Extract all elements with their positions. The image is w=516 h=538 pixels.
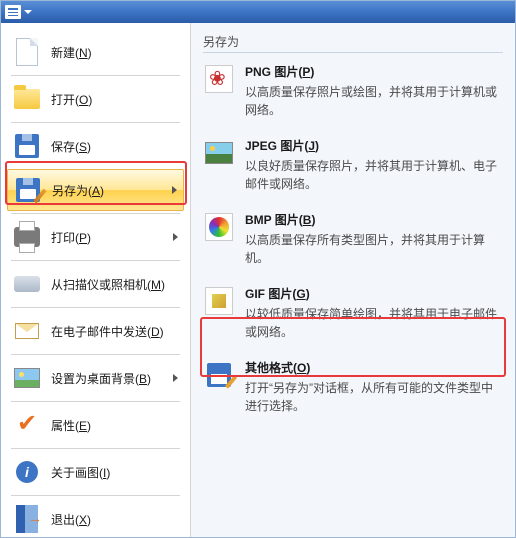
- titlebar[interactable]: [1, 1, 515, 23]
- menu-open-label: 打开(O): [51, 91, 178, 108]
- format-jpeg[interactable]: JPEG 图片(J) 以良好质量保存照片，并将其用于计算机、电子邮件或网络。: [203, 137, 503, 193]
- menu-icon: [5, 5, 21, 19]
- separator: [11, 260, 180, 261]
- scanner-icon: [13, 270, 41, 298]
- separator: [11, 495, 180, 496]
- menu-save[interactable]: 保存(S): [7, 125, 184, 167]
- menu-about-label: 关于画图(I): [51, 464, 178, 481]
- jpeg-icon: [203, 137, 235, 169]
- format-other-title: 其他格式(O): [245, 359, 503, 376]
- format-jpeg-desc: 以良好质量保存照片，并将其用于计算机、电子邮件或网络。: [245, 157, 503, 193]
- menu-new[interactable]: 新建(N): [7, 31, 184, 73]
- gif-icon: [203, 285, 235, 317]
- format-jpeg-title: JPEG 图片(J): [245, 137, 503, 154]
- menu-save-as[interactable]: 另存为(A): [7, 169, 184, 211]
- bmp-icon: [203, 211, 235, 243]
- check-icon: [13, 411, 41, 439]
- format-png-title: PNG 图片(P): [245, 63, 503, 80]
- menu-about[interactable]: i 关于画图(I): [7, 451, 184, 493]
- format-gif-desc: 以较低质量保存简单绘图，并将其用于电子邮件或网络。: [245, 305, 503, 341]
- menu-wallpaper[interactable]: 设置为桌面背景(B): [7, 357, 184, 399]
- file-menu: 新建(N) 打开(O) 保存(S) 另存为(A) 打印(P): [1, 23, 191, 537]
- format-png-desc: 以高质量保存照片或绘图，并将其用于计算机或网络。: [245, 83, 503, 119]
- menu-email-label: 在电子邮件中发送(D): [51, 323, 178, 340]
- floppy-saveas-icon: [14, 176, 42, 204]
- menu-exit[interactable]: 退出(X): [7, 498, 184, 537]
- separator: [11, 122, 180, 123]
- picture-icon: [13, 364, 41, 392]
- printer-icon: [13, 223, 41, 251]
- format-gif-title: GIF 图片(G): [245, 285, 503, 302]
- folder-icon: [13, 85, 41, 113]
- format-png[interactable]: PNG 图片(P) 以高质量保存照片或绘图，并将其用于计算机或网络。: [203, 63, 503, 119]
- menu-scanner[interactable]: 从扫描仪或照相机(M): [7, 263, 184, 305]
- menu-properties[interactable]: 属性(E): [7, 404, 184, 446]
- exit-icon: [13, 505, 41, 533]
- save-as-submenu: 另存为 PNG 图片(P) 以高质量保存照片或绘图，并将其用于计算机或网络。 J…: [191, 23, 515, 537]
- menu-exit-label: 退出(X): [51, 511, 178, 528]
- submenu-arrow-icon: [173, 233, 178, 241]
- menu-email[interactable]: 在电子邮件中发送(D): [7, 310, 184, 352]
- submenu-arrow-icon: [173, 374, 178, 382]
- new-doc-icon: [13, 38, 41, 66]
- menu-properties-label: 属性(E): [51, 417, 178, 434]
- format-other-desc: 打开“另存为”对话框，从所有可能的文件类型中进行选择。: [245, 379, 503, 415]
- separator: [203, 52, 503, 53]
- app-menu-panel: 新建(N) 打开(O) 保存(S) 另存为(A) 打印(P): [0, 0, 516, 538]
- menu-save-label: 保存(S): [51, 138, 178, 155]
- menu-print-label: 打印(P): [51, 229, 169, 246]
- format-bmp[interactable]: BMP 图片(B) 以高质量保存所有类型图片，并将其用于计算机。: [203, 211, 503, 267]
- floppy-save-icon: [13, 132, 41, 160]
- submenu-arrow-icon: [172, 186, 177, 194]
- menu-open[interactable]: 打开(O): [7, 78, 184, 120]
- separator: [11, 307, 180, 308]
- submenu-title: 另存为: [203, 33, 503, 50]
- separator: [11, 401, 180, 402]
- format-other[interactable]: 其他格式(O) 打开“另存为”对话框，从所有可能的文件类型中进行选择。: [203, 359, 503, 415]
- separator: [11, 75, 180, 76]
- mail-icon: [13, 317, 41, 345]
- format-bmp-title: BMP 图片(B): [245, 211, 503, 228]
- other-format-icon: [203, 359, 235, 391]
- format-bmp-desc: 以高质量保存所有类型图片，并将其用于计算机。: [245, 231, 503, 267]
- info-icon: i: [13, 458, 41, 486]
- separator: [11, 448, 180, 449]
- menu-print[interactable]: 打印(P): [7, 216, 184, 258]
- menu-new-label: 新建(N): [51, 44, 178, 61]
- menu-save-as-label: 另存为(A): [52, 182, 168, 199]
- separator: [11, 213, 180, 214]
- dropdown-arrow-icon: [24, 10, 32, 14]
- separator: [11, 354, 180, 355]
- png-icon: [203, 63, 235, 95]
- menu-wallpaper-label: 设置为桌面背景(B): [51, 370, 169, 387]
- format-gif[interactable]: GIF 图片(G) 以较低质量保存简单绘图，并将其用于电子邮件或网络。: [203, 285, 503, 341]
- menu-scanner-label: 从扫描仪或照相机(M): [51, 276, 178, 293]
